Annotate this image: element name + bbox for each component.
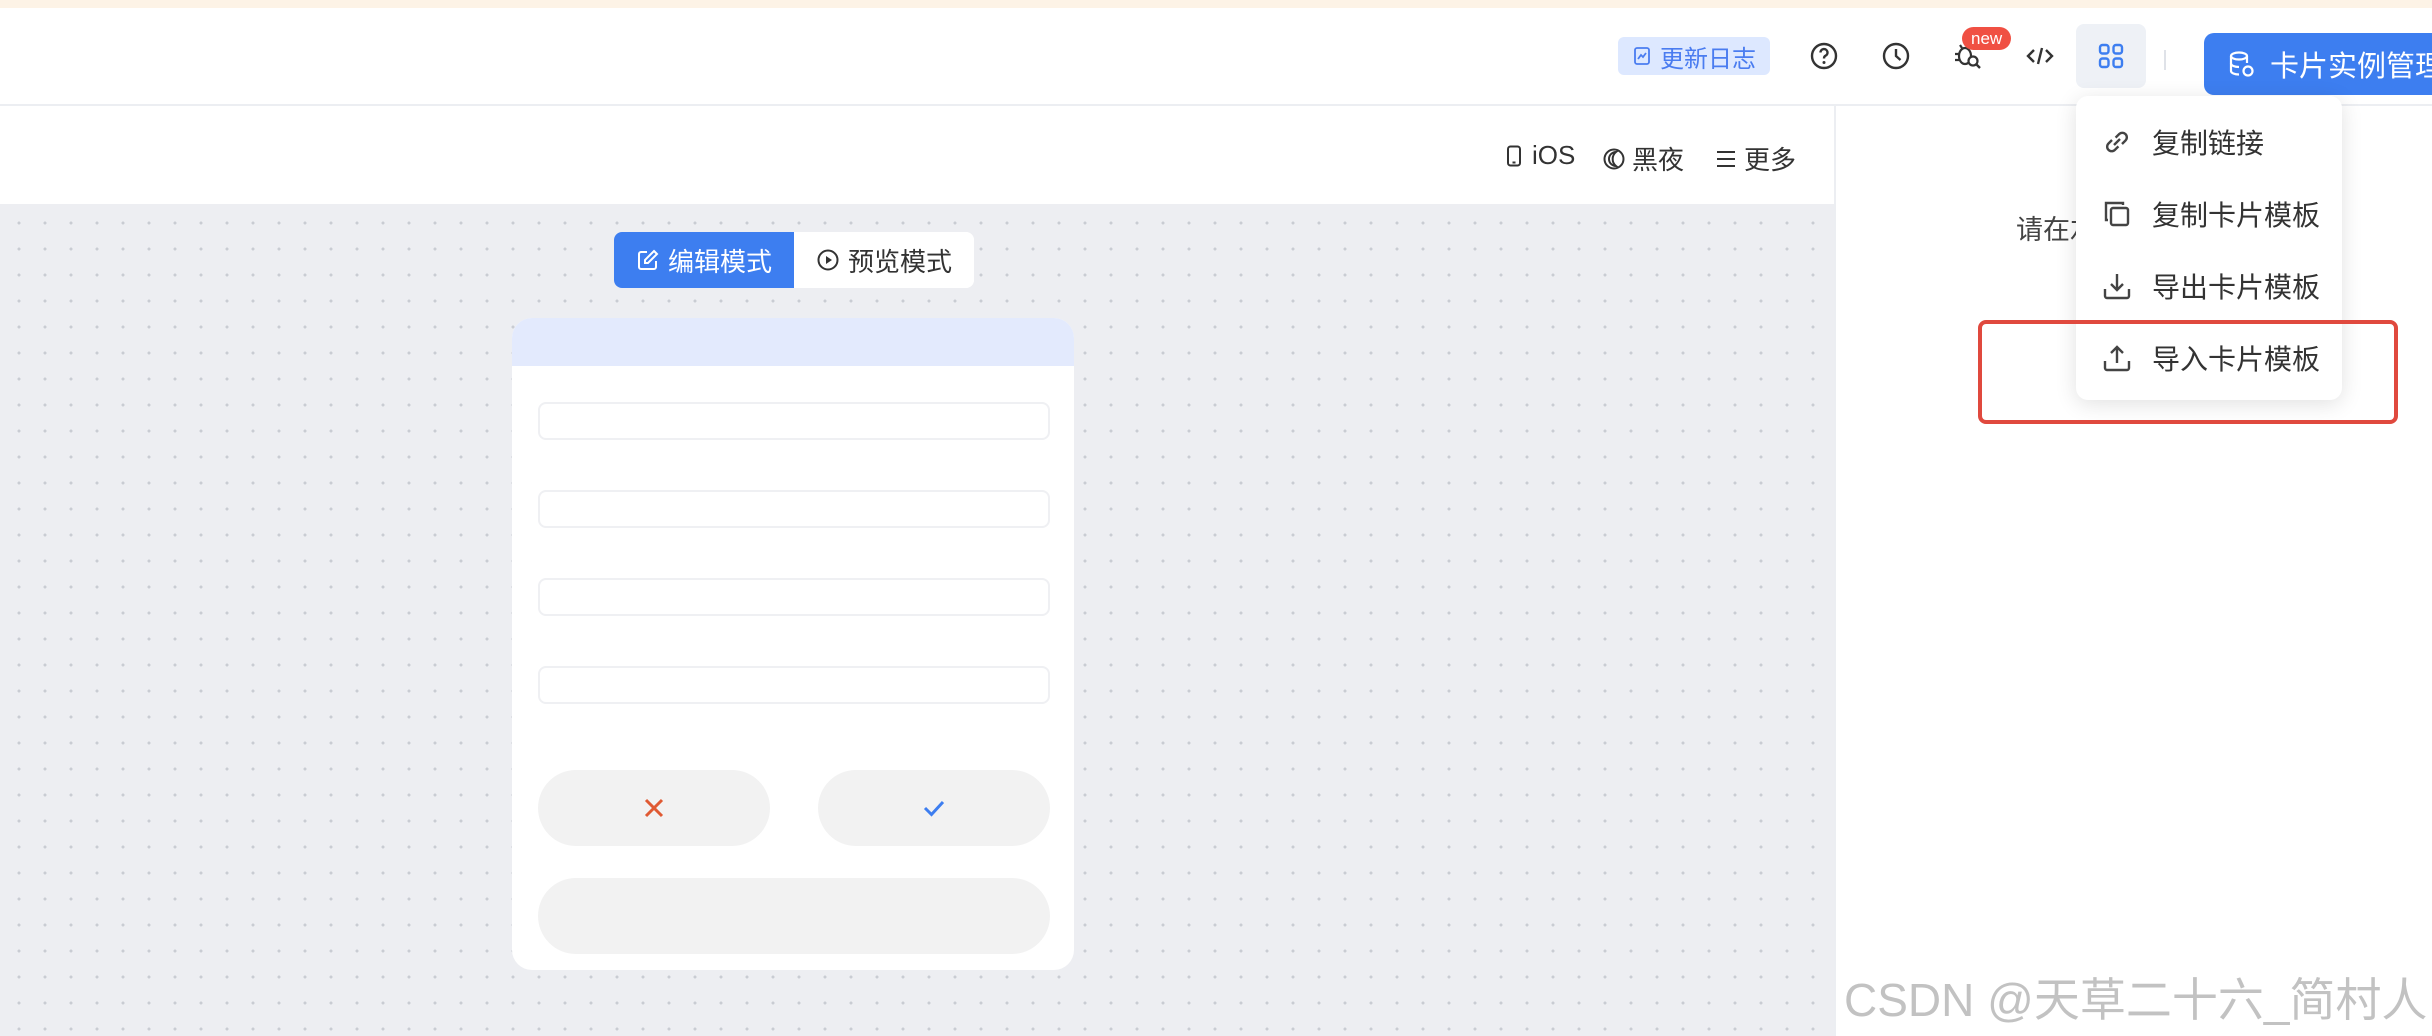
theme-toggle[interactable]: 黑夜 xyxy=(1602,140,1684,177)
check-icon xyxy=(923,800,945,817)
grid-icon xyxy=(2098,43,2124,69)
menu-icon xyxy=(1717,150,1735,167)
close-icon xyxy=(644,798,664,818)
card-form-field[interactable] xyxy=(538,578,1050,616)
card-cancel-button[interactable] xyxy=(538,770,770,846)
watermark: CSDN @天草二十六_简村人 xyxy=(1844,974,2428,1026)
card-preview[interactable] xyxy=(512,318,1074,970)
changelog-button[interactable]: 更新日志 xyxy=(1618,37,1770,75)
card-instance-manage-button[interactable]: 卡片实例管理 xyxy=(2204,33,2432,95)
mode-switch: 编辑模式 预览模式 xyxy=(614,232,975,288)
menu-item-label: 复制链接 xyxy=(2152,128,2265,159)
phone-icon xyxy=(1507,145,1521,166)
preview-mode-button[interactable]: 预览模式 xyxy=(794,232,975,288)
menu-item-label: 导出卡片模板 xyxy=(2152,272,2321,303)
edit-mode-button[interactable]: 编辑模式 xyxy=(614,232,795,288)
code-icon xyxy=(2026,47,2054,65)
menu-item-label: 复制卡片模板 xyxy=(2152,200,2321,231)
card-header xyxy=(512,318,1074,366)
edit-mode-label: 编辑模式 xyxy=(668,246,773,277)
app-header: 更新日志 new 卡片实例管理 xyxy=(0,8,2432,106)
help-icon xyxy=(1810,42,1838,70)
manage-label: 卡片实例管理 xyxy=(2270,51,2432,83)
highlight-annotation xyxy=(1978,320,2398,424)
more-label: 更多 xyxy=(1744,145,1797,175)
header-divider xyxy=(2164,50,2166,70)
link-icon xyxy=(2105,131,2129,153)
preview-toolbar: iOS 黑夜 更多 xyxy=(0,106,1834,204)
menu-item-copy-link[interactable]: 复制链接 xyxy=(2076,110,2342,174)
menu-item-export-template[interactable]: 导出卡片模板 xyxy=(2076,254,2342,318)
new-badge: new xyxy=(1962,27,2012,50)
edit-icon xyxy=(638,249,659,270)
panel-hint: 请在左侧选择组件 xyxy=(2016,215,2082,245)
card-form-field[interactable] xyxy=(538,402,1050,440)
card-form-field[interactable] xyxy=(538,490,1050,528)
card-form-field[interactable] xyxy=(538,666,1050,704)
help-button[interactable] xyxy=(1802,34,1846,78)
clock-icon xyxy=(1882,42,1910,70)
card-confirm-button[interactable] xyxy=(818,770,1050,846)
download-icon xyxy=(2103,274,2131,300)
device-label: iOS xyxy=(1532,140,1576,170)
play-circle-icon xyxy=(817,249,839,271)
changelog-label: 更新日志 xyxy=(1660,45,1756,73)
device-toggle[interactable]: iOS xyxy=(1502,140,1575,171)
changelog-icon xyxy=(1634,47,1650,65)
code-button[interactable] xyxy=(2018,34,2062,78)
top-strip xyxy=(0,0,2432,8)
menu-item-copy-template[interactable]: 复制卡片模板 xyxy=(2076,182,2342,246)
apps-menu-button[interactable] xyxy=(2076,24,2146,88)
preview-mode-label: 预览模式 xyxy=(848,246,953,277)
history-button[interactable] xyxy=(1874,34,1918,78)
card-action-button[interactable] xyxy=(538,878,1050,954)
theme-label: 黑夜 xyxy=(1632,145,1685,175)
more-menu[interactable]: 更多 xyxy=(1714,140,1796,177)
moon-icon xyxy=(1603,148,1625,169)
database-icon xyxy=(2229,51,2254,77)
copy-icon xyxy=(2104,201,2130,227)
